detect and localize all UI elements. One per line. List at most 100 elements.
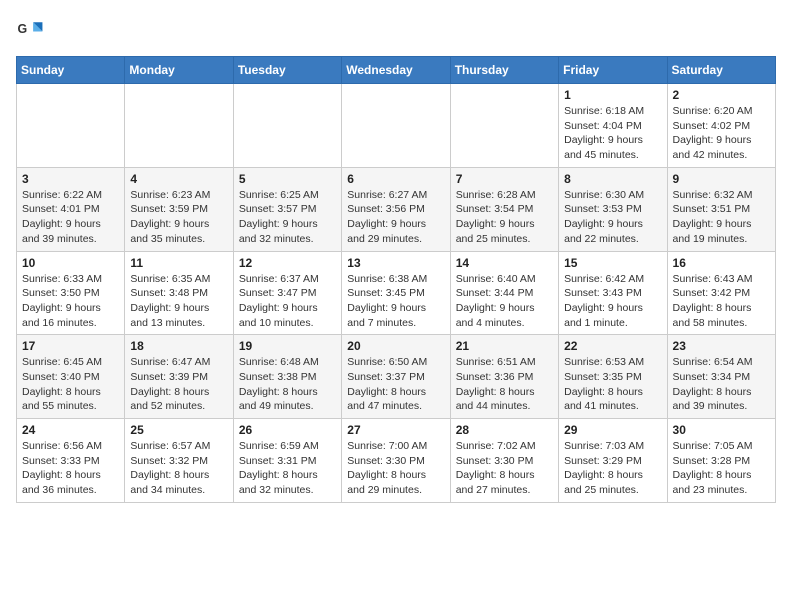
calendar-cell: 8 Sunrise: 6:30 AM Sunset: 3:53 PM Daylig…	[559, 167, 667, 251]
calendar-week-row: 10 Sunrise: 6:33 AM Sunset: 3:50 PM Dayli…	[17, 251, 776, 335]
day-info: Sunrise: 7:02 AM Sunset: 3:30 PM Dayligh…	[456, 439, 553, 498]
day-info: Sunrise: 7:03 AM Sunset: 3:29 PM Dayligh…	[564, 439, 661, 498]
calendar-cell	[342, 84, 450, 168]
day-of-week-header: Sunday	[17, 57, 125, 84]
day-of-week-header: Tuesday	[233, 57, 341, 84]
calendar-header-row: SundayMondayTuesdayWednesdayThursdayFrid…	[17, 57, 776, 84]
calendar-table: SundayMondayTuesdayWednesdayThursdayFrid…	[16, 56, 776, 503]
calendar-cell: 7 Sunrise: 6:28 AM Sunset: 3:54 PM Daylig…	[450, 167, 558, 251]
calendar-week-row: 3Sunrise: 6:22 AM Sunset: 4:01 PM Daylig…	[17, 167, 776, 251]
calendar-cell: 18Sunrise: 6:47 AM Sunset: 3:39 PM Dayli…	[125, 335, 233, 419]
calendar-cell: 25 Sunrise: 6:57 AM Sunset: 3:32 PM Dayli…	[125, 419, 233, 503]
day-number: 15	[564, 256, 661, 270]
day-number: 21	[456, 339, 553, 353]
day-of-week-header: Monday	[125, 57, 233, 84]
calendar-cell: 3Sunrise: 6:22 AM Sunset: 4:01 PM Daylig…	[17, 167, 125, 251]
day-info: Sunrise: 6:54 AM Sunset: 3:34 PM Dayligh…	[673, 355, 770, 414]
day-info: Sunrise: 6:57 AM Sunset: 3:32 PM Dayligh…	[130, 439, 227, 498]
day-info: Sunrise: 6:25 AM Sunset: 3:57 PM Dayligh…	[239, 188, 336, 247]
day-info: Sunrise: 6:27 AM Sunset: 3:56 PM Dayligh…	[347, 188, 444, 247]
calendar-week-row: 1 Sunrise: 6:18 AM Sunset: 4:04 PM Daylig…	[17, 84, 776, 168]
day-info: Sunrise: 6:38 AM Sunset: 3:45 PM Dayligh…	[347, 272, 444, 331]
day-number: 23	[673, 339, 770, 353]
calendar-cell: 5 Sunrise: 6:25 AM Sunset: 3:57 PM Daylig…	[233, 167, 341, 251]
page-header: G	[16, 16, 776, 44]
calendar-cell: 20Sunrise: 6:50 AM Sunset: 3:37 PM Dayli…	[342, 335, 450, 419]
logo: G	[16, 16, 48, 44]
day-number: 12	[239, 256, 336, 270]
calendar-cell: 2 Sunrise: 6:20 AM Sunset: 4:02 PM Daylig…	[667, 84, 775, 168]
calendar-cell: 16 Sunrise: 6:43 AM Sunset: 3:42 PM Dayli…	[667, 251, 775, 335]
day-number: 27	[347, 423, 444, 437]
day-number: 19	[239, 339, 336, 353]
day-number: 24	[22, 423, 119, 437]
calendar-cell: 28 Sunrise: 7:02 AM Sunset: 3:30 PM Dayli…	[450, 419, 558, 503]
calendar-week-row: 24 Sunrise: 6:56 AM Sunset: 3:33 PM Dayli…	[17, 419, 776, 503]
day-info: Sunrise: 6:40 AM Sunset: 3:44 PM Dayligh…	[456, 272, 553, 331]
day-number: 11	[130, 256, 227, 270]
day-number: 6	[347, 172, 444, 186]
day-info: Sunrise: 6:45 AM Sunset: 3:40 PM Dayligh…	[22, 355, 119, 414]
day-number: 5	[239, 172, 336, 186]
calendar-cell	[17, 84, 125, 168]
day-number: 17	[22, 339, 119, 353]
day-info: Sunrise: 6:32 AM Sunset: 3:51 PM Dayligh…	[673, 188, 770, 247]
calendar-cell	[125, 84, 233, 168]
day-number: 29	[564, 423, 661, 437]
day-info: Sunrise: 6:33 AM Sunset: 3:50 PM Dayligh…	[22, 272, 119, 331]
calendar-cell: 24 Sunrise: 6:56 AM Sunset: 3:33 PM Dayli…	[17, 419, 125, 503]
calendar-cell: 29 Sunrise: 7:03 AM Sunset: 3:29 PM Dayli…	[559, 419, 667, 503]
logo-icon: G	[16, 16, 44, 44]
day-number: 16	[673, 256, 770, 270]
day-number: 25	[130, 423, 227, 437]
calendar-cell: 12 Sunrise: 6:37 AM Sunset: 3:47 PM Dayli…	[233, 251, 341, 335]
calendar-cell: 26 Sunrise: 6:59 AM Sunset: 3:31 PM Dayli…	[233, 419, 341, 503]
day-info: Sunrise: 6:37 AM Sunset: 3:47 PM Dayligh…	[239, 272, 336, 331]
day-number: 3	[22, 172, 119, 186]
day-info: Sunrise: 6:47 AM Sunset: 3:39 PM Dayligh…	[130, 355, 227, 414]
calendar-cell: 14 Sunrise: 6:40 AM Sunset: 3:44 PM Dayli…	[450, 251, 558, 335]
calendar-cell: 17 Sunrise: 6:45 AM Sunset: 3:40 PM Dayli…	[17, 335, 125, 419]
day-info: Sunrise: 6:43 AM Sunset: 3:42 PM Dayligh…	[673, 272, 770, 331]
day-info: Sunrise: 6:20 AM Sunset: 4:02 PM Dayligh…	[673, 104, 770, 163]
calendar-cell: 6 Sunrise: 6:27 AM Sunset: 3:56 PM Daylig…	[342, 167, 450, 251]
day-info: Sunrise: 6:48 AM Sunset: 3:38 PM Dayligh…	[239, 355, 336, 414]
calendar-cell: 21 Sunrise: 6:51 AM Sunset: 3:36 PM Dayli…	[450, 335, 558, 419]
day-info: Sunrise: 6:53 AM Sunset: 3:35 PM Dayligh…	[564, 355, 661, 414]
day-of-week-header: Wednesday	[342, 57, 450, 84]
day-number: 1	[564, 88, 661, 102]
calendar-cell	[450, 84, 558, 168]
calendar-cell: 11 Sunrise: 6:35 AM Sunset: 3:48 PM Dayli…	[125, 251, 233, 335]
calendar-cell: 13 Sunrise: 6:38 AM Sunset: 3:45 PM Dayli…	[342, 251, 450, 335]
calendar-cell: 15Sunrise: 6:42 AM Sunset: 3:43 PM Dayli…	[559, 251, 667, 335]
calendar-cell: 4Sunrise: 6:23 AM Sunset: 3:59 PM Daylig…	[125, 167, 233, 251]
svg-text:G: G	[18, 22, 28, 36]
day-number: 4	[130, 172, 227, 186]
day-number: 28	[456, 423, 553, 437]
calendar-cell: 1 Sunrise: 6:18 AM Sunset: 4:04 PM Daylig…	[559, 84, 667, 168]
day-number: 8	[564, 172, 661, 186]
day-number: 2	[673, 88, 770, 102]
day-number: 30	[673, 423, 770, 437]
day-info: Sunrise: 6:18 AM Sunset: 4:04 PM Dayligh…	[564, 104, 661, 163]
day-info: Sunrise: 6:56 AM Sunset: 3:33 PM Dayligh…	[22, 439, 119, 498]
calendar-cell: 30 Sunrise: 7:05 AM Sunset: 3:28 PM Dayli…	[667, 419, 775, 503]
day-info: Sunrise: 6:30 AM Sunset: 3:53 PM Dayligh…	[564, 188, 661, 247]
calendar-cell: 9Sunrise: 6:32 AM Sunset: 3:51 PM Daylig…	[667, 167, 775, 251]
day-info: Sunrise: 6:28 AM Sunset: 3:54 PM Dayligh…	[456, 188, 553, 247]
day-info: Sunrise: 6:59 AM Sunset: 3:31 PM Dayligh…	[239, 439, 336, 498]
day-info: Sunrise: 6:51 AM Sunset: 3:36 PM Dayligh…	[456, 355, 553, 414]
calendar-cell: 22Sunrise: 6:53 AM Sunset: 3:35 PM Dayli…	[559, 335, 667, 419]
day-of-week-header: Thursday	[450, 57, 558, 84]
calendar-cell: 23 Sunrise: 6:54 AM Sunset: 3:34 PM Dayli…	[667, 335, 775, 419]
day-number: 7	[456, 172, 553, 186]
day-number: 14	[456, 256, 553, 270]
day-info: Sunrise: 7:00 AM Sunset: 3:30 PM Dayligh…	[347, 439, 444, 498]
day-of-week-header: Saturday	[667, 57, 775, 84]
day-info: Sunrise: 6:35 AM Sunset: 3:48 PM Dayligh…	[130, 272, 227, 331]
day-number: 26	[239, 423, 336, 437]
calendar-cell: 27 Sunrise: 7:00 AM Sunset: 3:30 PM Dayli…	[342, 419, 450, 503]
day-info: Sunrise: 7:05 AM Sunset: 3:28 PM Dayligh…	[673, 439, 770, 498]
day-number: 13	[347, 256, 444, 270]
day-number: 10	[22, 256, 119, 270]
